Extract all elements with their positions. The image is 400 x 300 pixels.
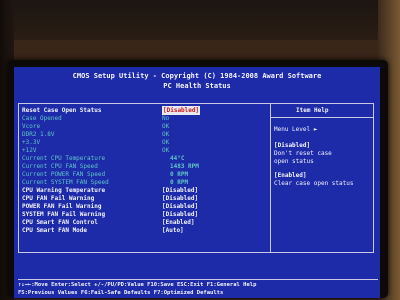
page-title: PC Health Status bbox=[163, 82, 231, 90]
help-separator bbox=[271, 117, 374, 118]
setting-label: CPU Smart FAN Mode bbox=[22, 227, 88, 234]
bios-screen: CMOS Setup Utility - Copyright (C) 1984-… bbox=[14, 67, 380, 298]
help-text: Clear case open status bbox=[274, 180, 354, 187]
key-legend: ↑↓→←:Move Enter:Select +/-/PU/PD:Value F… bbox=[18, 279, 378, 298]
key-legend-line: ↑↓→←:Move Enter:Select +/-/PU/PD:Value F… bbox=[18, 282, 257, 288]
help-text: open status bbox=[274, 158, 314, 165]
setting-cpu-smart-fan-mode[interactable]: CPU Smart FAN Mode [Auto] bbox=[22, 226, 267, 235]
help-option-enabled: [Enabled] bbox=[274, 172, 307, 179]
bios-header: CMOS Setup Utility - Copyright (C) 1984-… bbox=[14, 67, 380, 93]
key-legend-line: F5:Previous Values F6:Fail-Safe Defaults… bbox=[18, 290, 224, 296]
menu-level: Menu Level ► bbox=[274, 126, 318, 133]
bios-title: CMOS Setup Utility - Copyright (C) 1984-… bbox=[72, 72, 322, 80]
background-wall bbox=[0, 0, 400, 40]
help-option-disabled: [Disabled] bbox=[274, 142, 311, 149]
help-text: Don't reset case bbox=[274, 150, 332, 157]
setting-value[interactable]: [Auto] bbox=[162, 226, 184, 235]
frame-divider bbox=[270, 103, 271, 253]
item-help-title: Item Help bbox=[296, 107, 329, 114]
